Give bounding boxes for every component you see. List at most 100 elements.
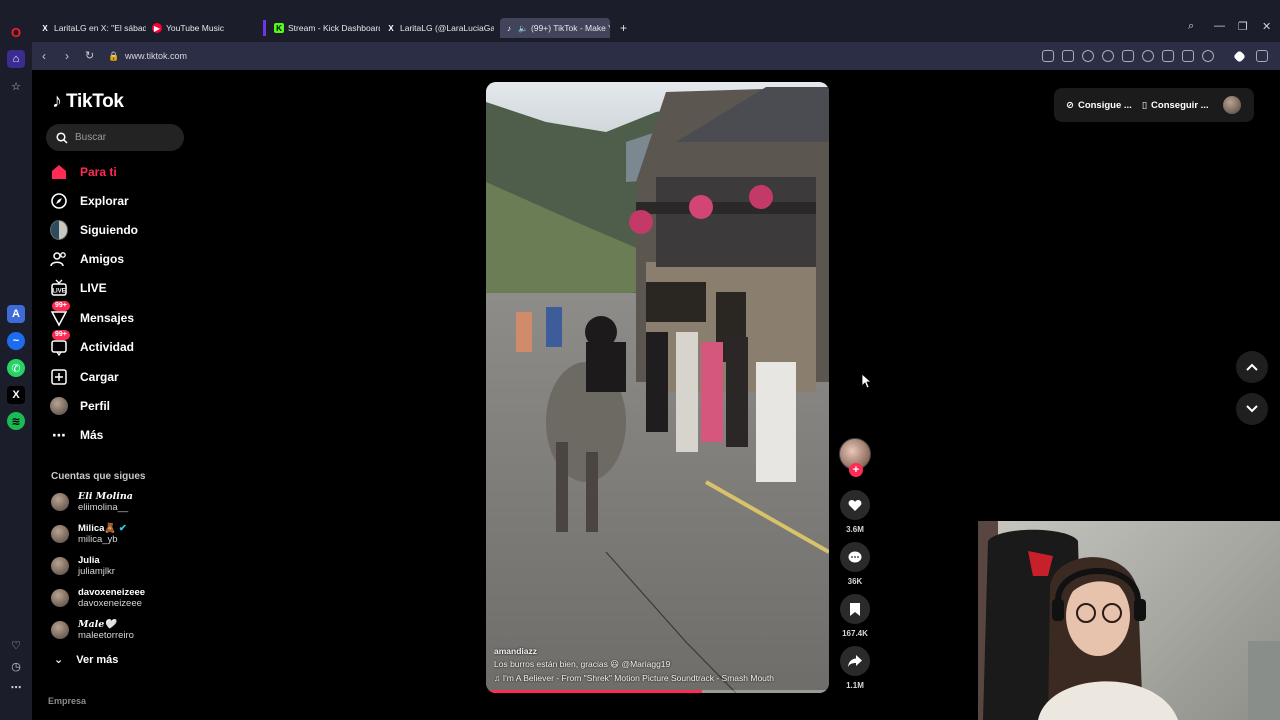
avatar[interactable] xyxy=(1222,96,1241,114)
x-twitter-icon[interactable]: X xyxy=(7,386,25,404)
footer-link[interactable]: Empresa xyxy=(48,696,86,706)
search-box[interactable] xyxy=(46,124,184,151)
maximize-button[interactable]: ❐ xyxy=(1238,20,1248,33)
share-action[interactable]: 1.1M xyxy=(838,646,872,690)
like-action[interactable]: 3.6M xyxy=(838,490,872,534)
share-icon[interactable] xyxy=(840,646,870,676)
history-icon[interactable]: ◷ xyxy=(7,657,25,675)
follow-button[interactable]: + xyxy=(849,463,863,477)
comment-icon[interactable] xyxy=(840,542,870,572)
video-frame xyxy=(486,82,829,693)
nav-item-perfil[interactable]: Perfil xyxy=(50,395,110,417)
heart-icon[interactable]: ♡ xyxy=(7,636,25,654)
bookmark-icon[interactable] xyxy=(840,594,870,624)
following-account[interactable]: davoxeneizeee davoxeneizeee xyxy=(51,587,145,609)
search-tabs-icon[interactable]: ⌕ xyxy=(1188,20,1194,33)
nav-item-amigos[interactable]: Amigos xyxy=(50,248,124,270)
get-coins-button[interactable]: ⊘ Consigue ... xyxy=(1066,100,1132,111)
tiktok-icon: ♪ xyxy=(507,23,511,33)
nav-label: LIVE xyxy=(80,281,107,295)
search-input[interactable] xyxy=(75,132,175,143)
previous-video-button[interactable] xyxy=(1236,351,1268,383)
nav-item-para-ti[interactable]: Para ti xyxy=(50,161,117,183)
see-more-button[interactable]: ⌄ Ver más xyxy=(54,653,119,667)
next-video-button[interactable] xyxy=(1236,393,1268,425)
edit-icon[interactable] xyxy=(1042,50,1054,62)
close-window-button[interactable]: ✕ xyxy=(1262,20,1271,33)
avatar xyxy=(51,621,69,639)
more-dots-icon[interactable]: ⋯ xyxy=(7,678,25,696)
following-account[interactable]: Julia juliamjlkr xyxy=(51,555,115,577)
account-username: juliamjlkr xyxy=(78,566,115,577)
following-avatar-icon xyxy=(50,220,68,240)
minimize-button[interactable]: — xyxy=(1214,20,1225,32)
whatsapp-icon[interactable]: ✆ xyxy=(7,359,25,377)
menu-icon[interactable] xyxy=(1182,50,1194,62)
comment-action[interactable]: 36K xyxy=(838,542,872,586)
spotify-icon[interactable]: ≋ xyxy=(7,412,25,430)
back-button[interactable]: ‹ xyxy=(42,49,46,63)
video-caption: amandiazz Los burros están bien, gracias… xyxy=(494,643,824,683)
messages-icon: 99+ xyxy=(50,301,70,327)
nav-label: Amigos xyxy=(80,252,125,266)
tab-tiktok[interactable]: ♪ 🔈 (99+) TikTok - Make Yo xyxy=(500,18,610,38)
tab-x-laritalg[interactable]: X LaritaLG en X: "El sábado h xyxy=(36,18,146,38)
webcam-image xyxy=(978,521,1280,720)
nav-item-explorar[interactable]: Explorar xyxy=(50,190,129,212)
avatar xyxy=(51,525,69,543)
extensions-icon[interactable] xyxy=(1102,50,1114,62)
tab-x-laraluciagarc[interactable]: X LaritaLG (@LaraLuciaGarc xyxy=(382,18,494,38)
home-icon[interactable]: ⌂ xyxy=(7,50,25,68)
opera-logo-icon[interactable]: O xyxy=(7,23,25,41)
following-account[interactable]: 𝑴𝒂𝒍𝒆🤍 maleetorreiro xyxy=(51,619,134,641)
messenger-icon[interactable]: ~ xyxy=(7,332,25,350)
aria-icon[interactable]: A xyxy=(7,305,25,323)
following-account[interactable]: 𝑬𝒍𝒊 𝑴𝒐𝒍𝒊𝒏𝒂 eliimolina__ xyxy=(51,491,133,513)
star-icon[interactable]: ☆ xyxy=(7,77,25,95)
cube-icon[interactable] xyxy=(1256,50,1268,62)
tiktok-page: ♪ TikTok Para ti Explorar Siguiendo Amig… xyxy=(32,70,1280,720)
url-field[interactable]: www.tiktok.com xyxy=(125,51,187,61)
save-count: 167.4K xyxy=(842,629,868,638)
tab-label: (99+) TikTok - Make Yo xyxy=(530,23,610,33)
player-icon[interactable] xyxy=(1122,50,1134,62)
video-progress-bar[interactable] xyxy=(486,690,829,693)
nav-item-cargar[interactable]: Cargar xyxy=(50,366,119,388)
nav-label: Mensajes xyxy=(80,311,135,325)
reload-button[interactable]: ↻ xyxy=(85,49,94,62)
share-count: 1.1M xyxy=(846,681,864,690)
nav-item-live[interactable]: LIVE LIVE xyxy=(50,277,107,299)
account-display-name: 𝑴𝒂𝒍𝒆🤍 xyxy=(78,619,117,630)
nav-item-actividad[interactable]: 99+ Actividad xyxy=(50,330,134,358)
friends-icon xyxy=(50,250,68,268)
nav-item-siguiendo[interactable]: Siguiendo xyxy=(50,219,138,241)
diamond-icon[interactable] xyxy=(1233,50,1246,63)
nav-item-mas[interactable]: ⋯ Más xyxy=(50,424,103,446)
tab-kick-dashboard[interactable]: K Stream - Kick Dashboard xyxy=(270,18,380,38)
get-app-button[interactable]: ▯ Conseguir ... xyxy=(1142,100,1209,111)
favorites-icon[interactable] xyxy=(1142,50,1154,62)
video-music[interactable]: ♫ I'm A Believer - From "Shrek" Motion P… xyxy=(494,673,824,683)
download-icon[interactable] xyxy=(1162,50,1174,62)
video-player[interactable]: amandiazz Los burros están bien, gracias… xyxy=(486,82,829,693)
tiktok-logo[interactable]: ♪ TikTok xyxy=(52,90,124,113)
save-action[interactable]: 167.4K xyxy=(838,594,872,638)
nav-item-mensajes[interactable]: 99+ Mensajes xyxy=(50,301,135,329)
lock-icon: 🔒 xyxy=(108,51,120,61)
account-icon[interactable] xyxy=(1202,50,1214,62)
video-author[interactable]: amandiazz xyxy=(494,646,824,656)
avatar xyxy=(51,589,69,607)
new-tab-button[interactable]: + xyxy=(616,18,632,38)
tab-youtube-music[interactable]: ▶ YouTube Music xyxy=(148,18,258,38)
activity-badge: 99+ xyxy=(52,330,70,340)
shield-icon[interactable] xyxy=(1082,50,1094,62)
camera-icon[interactable] xyxy=(1062,50,1074,62)
upload-icon xyxy=(50,368,68,386)
see-more-label: Ver más xyxy=(76,653,119,666)
heart-icon[interactable] xyxy=(840,490,870,520)
forward-button[interactable]: › xyxy=(65,49,69,63)
tab-label: LaritaLG en X: "El sábado h xyxy=(54,23,146,33)
following-account[interactable]: Milica🧸 ✔ milica_yb xyxy=(51,523,127,545)
opera-sidebar: O ⌂ ☆ A ~ ✆ X ≋ ♡ ◷ ⋯ xyxy=(0,0,32,720)
nav-label: Cargar xyxy=(80,370,119,384)
